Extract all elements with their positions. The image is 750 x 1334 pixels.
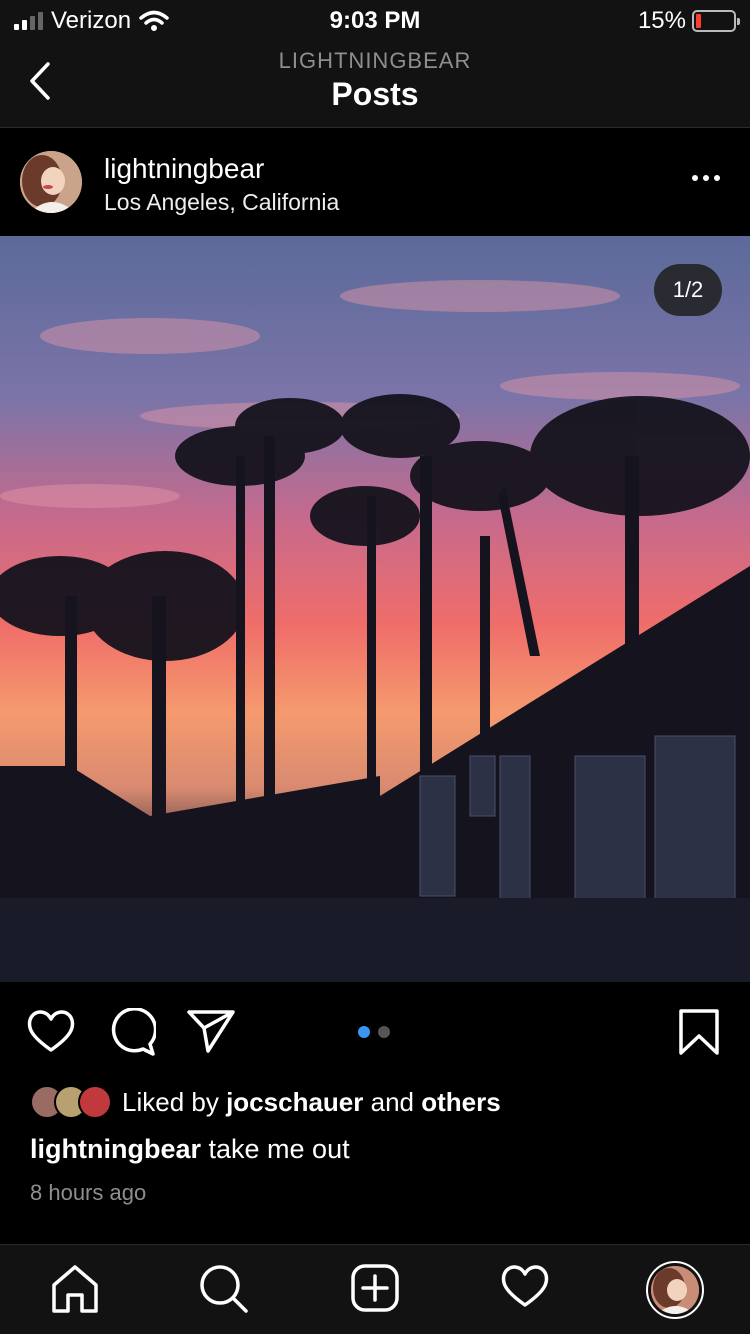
send-icon[interactable] xyxy=(186,1008,236,1054)
carousel-dots xyxy=(358,1026,390,1038)
photo-counter: 1/2 xyxy=(654,264,722,316)
status-right: 15% xyxy=(637,7,740,35)
caption-text: take me out xyxy=(208,1134,350,1164)
likes-text: Liked by jocschauer and others xyxy=(122,1087,501,1118)
avatar[interactable] xyxy=(20,151,82,213)
liked-user[interactable]: jocschauer xyxy=(226,1087,363,1117)
home-icon[interactable] xyxy=(50,1263,100,1315)
post-time: 8 hours ago xyxy=(30,1180,147,1205)
post-caption: lightningbear take me out xyxy=(30,1134,350,1165)
tab-bar xyxy=(0,1244,750,1334)
battery-percent: 15% xyxy=(637,7,686,34)
bookmark-icon[interactable] xyxy=(678,1008,720,1056)
liker-avatar xyxy=(78,1085,112,1119)
comment-icon[interactable] xyxy=(108,1008,156,1056)
plus-square-icon[interactable] xyxy=(350,1263,400,1313)
search-icon[interactable] xyxy=(198,1263,250,1315)
page-title: Posts xyxy=(331,76,419,112)
battery-icon xyxy=(692,10,740,32)
post-actions xyxy=(0,984,750,1080)
nav-bar: LIGHTNINGBEAR Posts xyxy=(0,40,750,128)
heart-icon[interactable] xyxy=(26,1008,76,1054)
status-bar: Verizon 9:03 PM 15% xyxy=(0,0,750,40)
more-icon[interactable] xyxy=(692,175,720,181)
activity-heart-icon[interactable] xyxy=(500,1263,550,1309)
likes-row[interactable]: Liked by jocschauer and others xyxy=(30,1082,501,1122)
caption-username[interactable]: lightningbear xyxy=(30,1134,201,1164)
post-header: lightningbear Los Angeles, California xyxy=(0,129,750,235)
likes-prefix: Liked by xyxy=(122,1086,219,1117)
likes-and: and xyxy=(370,1086,414,1117)
profile-tab-avatar[interactable] xyxy=(646,1261,704,1319)
nav-subtitle: LIGHTNINGBEAR xyxy=(278,48,472,73)
liked-others[interactable]: others xyxy=(421,1087,500,1117)
post-username[interactable]: lightningbear xyxy=(104,153,264,185)
post-location[interactable]: Los Angeles, California xyxy=(104,189,339,216)
post-photo[interactable]: 1/2 xyxy=(0,236,750,982)
